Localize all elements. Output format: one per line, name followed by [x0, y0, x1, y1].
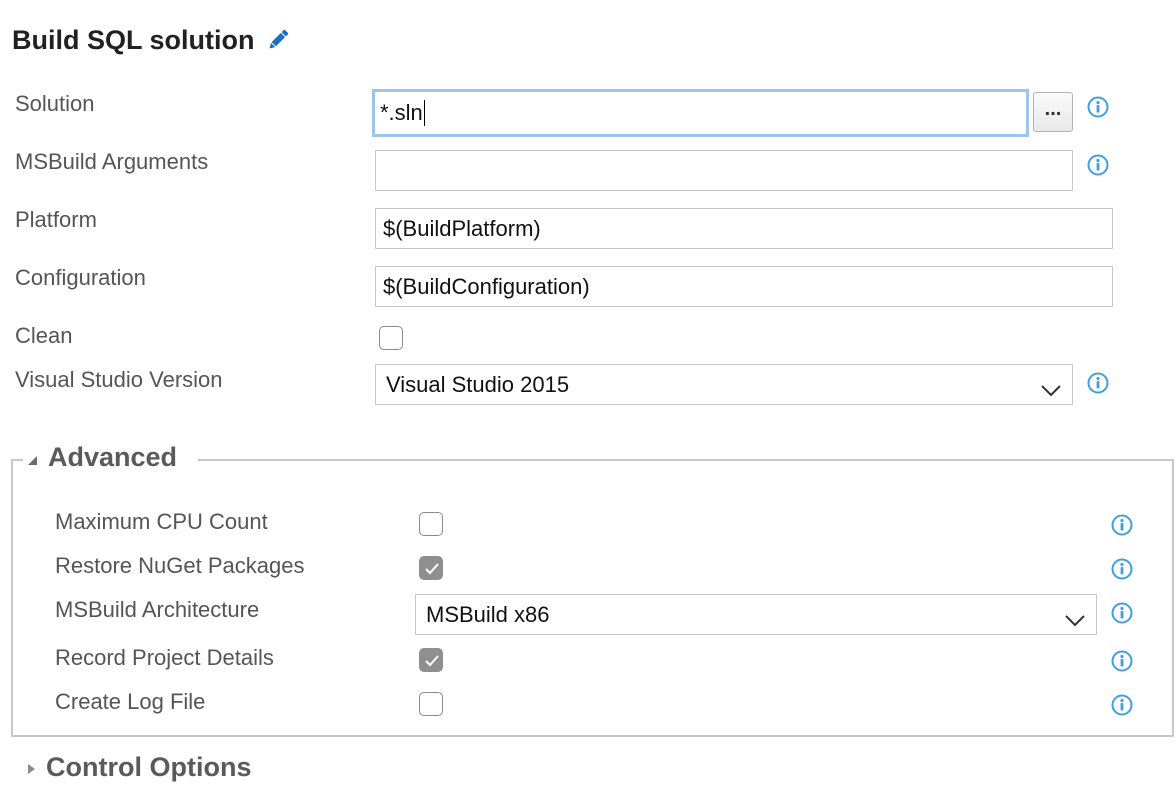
maximum-cpu-count-checkbox[interactable] [419, 512, 443, 536]
maximum-cpu-count-label: Maximum CPU Count [55, 509, 268, 534]
restore-nuget-packages-checkbox[interactable] [419, 556, 443, 580]
browse-button[interactable]: ... [1033, 92, 1073, 132]
info-icon[interactable] [1087, 154, 1109, 176]
chevron-down-icon [1040, 378, 1062, 404]
task-title: Build SQL solution [12, 24, 255, 55]
triangle-down-icon [26, 442, 38, 473]
title-row: Build SQL solution [12, 22, 291, 58]
info-icon[interactable] [1111, 602, 1133, 624]
info-icon[interactable] [1111, 694, 1133, 716]
checkmark-icon [425, 655, 439, 667]
msbuild-architecture-select[interactable]: MSBuild x86 [415, 594, 1097, 635]
advanced-header[interactable]: Advanced [26, 440, 177, 474]
solution-value: *.sln [380, 100, 423, 125]
control-options-header[interactable]: Control Options [26, 750, 251, 784]
text-caret [423, 100, 425, 126]
solution-label: Solution [15, 91, 95, 116]
triangle-right-icon [26, 752, 36, 783]
clean-checkbox[interactable] [379, 326, 403, 350]
task-editor: Build SQL solution Solution *.sln ... MS… [0, 0, 1176, 802]
configuration-value: $(BuildConfiguration) [383, 273, 590, 299]
platform-label: Platform [15, 207, 97, 232]
msbuild-arguments-label: MSBuild Arguments [15, 149, 209, 174]
checkmark-icon [425, 563, 439, 575]
chevron-down-icon [1064, 608, 1086, 634]
record-project-details-label: Record Project Details [55, 645, 274, 670]
pencil-icon[interactable] [265, 27, 291, 53]
advanced-header-label: Advanced [48, 441, 178, 472]
info-icon[interactable] [1087, 96, 1109, 118]
info-icon[interactable] [1111, 558, 1133, 580]
info-icon[interactable] [1111, 650, 1133, 672]
platform-input[interactable]: $(BuildPlatform) [375, 208, 1113, 249]
info-icon[interactable] [1087, 372, 1109, 394]
control-options-header-label: Control Options [46, 751, 252, 782]
configuration-input[interactable]: $(BuildConfiguration) [375, 266, 1113, 307]
create-log-file-checkbox[interactable] [419, 692, 443, 716]
create-log-file-label: Create Log File [55, 689, 206, 714]
restore-nuget-packages-label: Restore NuGet Packages [55, 553, 305, 578]
solution-input[interactable]: *.sln [372, 89, 1029, 137]
clean-label: Clean [15, 323, 73, 348]
visual-studio-version-select[interactable]: Visual Studio 2015 [375, 364, 1073, 405]
msbuild-arguments-input[interactable] [375, 150, 1073, 191]
visual-studio-version-label: Visual Studio Version [15, 367, 223, 392]
platform-value: $(BuildPlatform) [383, 215, 541, 241]
configuration-label: Configuration [15, 265, 146, 290]
visual-studio-version-value: Visual Studio 2015 [386, 371, 570, 397]
info-icon[interactable] [1111, 514, 1133, 536]
msbuild-architecture-value: MSBuild x86 [426, 601, 550, 627]
record-project-details-checkbox[interactable] [419, 648, 443, 672]
msbuild-architecture-label: MSBuild Architecture [55, 597, 260, 622]
